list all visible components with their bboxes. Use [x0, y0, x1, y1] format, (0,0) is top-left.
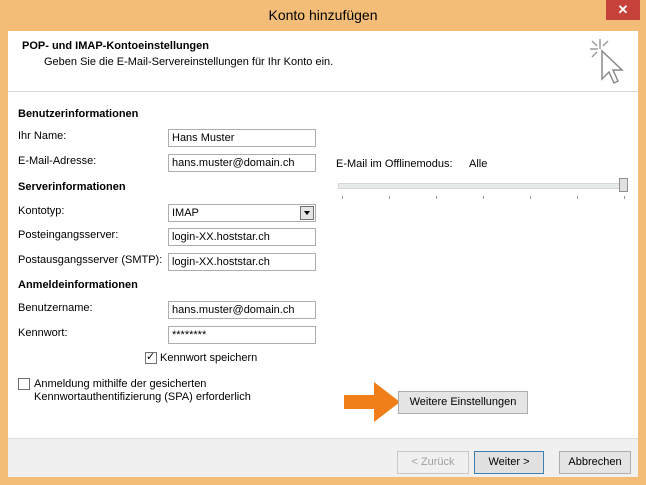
orange-arrow-icon — [344, 382, 400, 422]
account-type-value: IMAP — [172, 207, 199, 219]
password-label: Kennwort: — [18, 327, 68, 339]
remember-password-label: Kennwort speichern — [160, 352, 258, 364]
slider-tick — [624, 196, 625, 199]
offline-mode-label: E-Mail im Offlinemodus: — [336, 158, 453, 170]
remember-password-checkbox[interactable]: ✓ — [145, 351, 157, 364]
window-border-left — [0, 31, 8, 485]
account-type-label: Kontotyp: — [18, 205, 65, 217]
checkmark-icon: ✓ — [146, 351, 156, 363]
spa-checkbox[interactable] — [18, 378, 30, 390]
offline-mode-value: Alle — [469, 158, 488, 170]
login-info-heading: Anmeldeinformationen — [18, 279, 138, 291]
name-input[interactable]: Hans Muster — [168, 129, 316, 147]
account-type-select[interactable]: IMAP — [168, 204, 316, 222]
settings-panel: Benutzerinformationen Ihr Name: Hans Mus… — [8, 92, 638, 438]
outgoing-server-label: Postausgangsserver (SMTP): — [18, 254, 163, 266]
close-button[interactable]: ✕ — [606, 0, 640, 20]
slider-tick — [530, 196, 531, 199]
slider-tick — [389, 196, 390, 199]
username-input[interactable]: hans.muster@domain.ch — [168, 301, 316, 319]
next-button[interactable]: Weiter > — [474, 451, 544, 474]
footer-divider — [8, 438, 638, 439]
cursor-sparkle-icon — [590, 39, 624, 85]
email-label: E-Mail-Adresse: — [18, 155, 97, 167]
page-subtitle: Geben Sie die E-Mail-Servereinstellungen… — [44, 56, 334, 68]
password-input[interactable]: ******** — [168, 326, 316, 344]
slider-tick — [483, 196, 484, 199]
dialog-window: Konto hinzufügen ✕ POP- und IMAP-Kontoei… — [0, 0, 646, 485]
incoming-server-input[interactable]: login-XX.hoststar.ch — [168, 228, 316, 246]
slider-ticks — [342, 196, 625, 200]
dropdown-arrow-icon[interactable] — [300, 206, 314, 220]
window-border-right — [638, 31, 646, 485]
wizard-header: POP- und IMAP-Kontoeinstellungen Geben S… — [8, 31, 638, 92]
spa-label-line2: Kennwortauthentifizierung (SPA) erforder… — [34, 391, 251, 403]
offline-slider-track[interactable] — [338, 183, 625, 189]
spa-label-line1: Anmeldung mithilfe der gesicherten — [34, 378, 207, 390]
cancel-button[interactable]: Abbrechen — [559, 451, 631, 474]
title-bar[interactable]: Konto hinzufügen ✕ — [0, 0, 646, 31]
slider-tick — [436, 196, 437, 199]
slider-tick — [577, 196, 578, 199]
email-input[interactable]: hans.muster@domain.ch — [168, 154, 316, 172]
name-label: Ihr Name: — [18, 130, 67, 142]
page-title: POP- und IMAP-Kontoeinstellungen — [22, 40, 209, 52]
user-info-heading: Benutzerinformationen — [18, 108, 139, 120]
offline-slider-thumb[interactable] — [619, 178, 628, 192]
server-info-heading: Serverinformationen — [18, 181, 126, 193]
back-button[interactable]: < Zurück — [397, 451, 469, 474]
more-settings-button[interactable]: Weitere Einstellungen — [398, 391, 528, 414]
username-label: Benutzername: — [18, 302, 93, 314]
window-border-bottom — [0, 477, 646, 485]
slider-tick — [342, 196, 343, 199]
outgoing-server-input[interactable]: login-XX.hoststar.ch — [168, 253, 316, 271]
window-title: Konto hinzufügen — [268, 7, 378, 23]
incoming-server-label: Posteingangsserver: — [18, 229, 119, 241]
